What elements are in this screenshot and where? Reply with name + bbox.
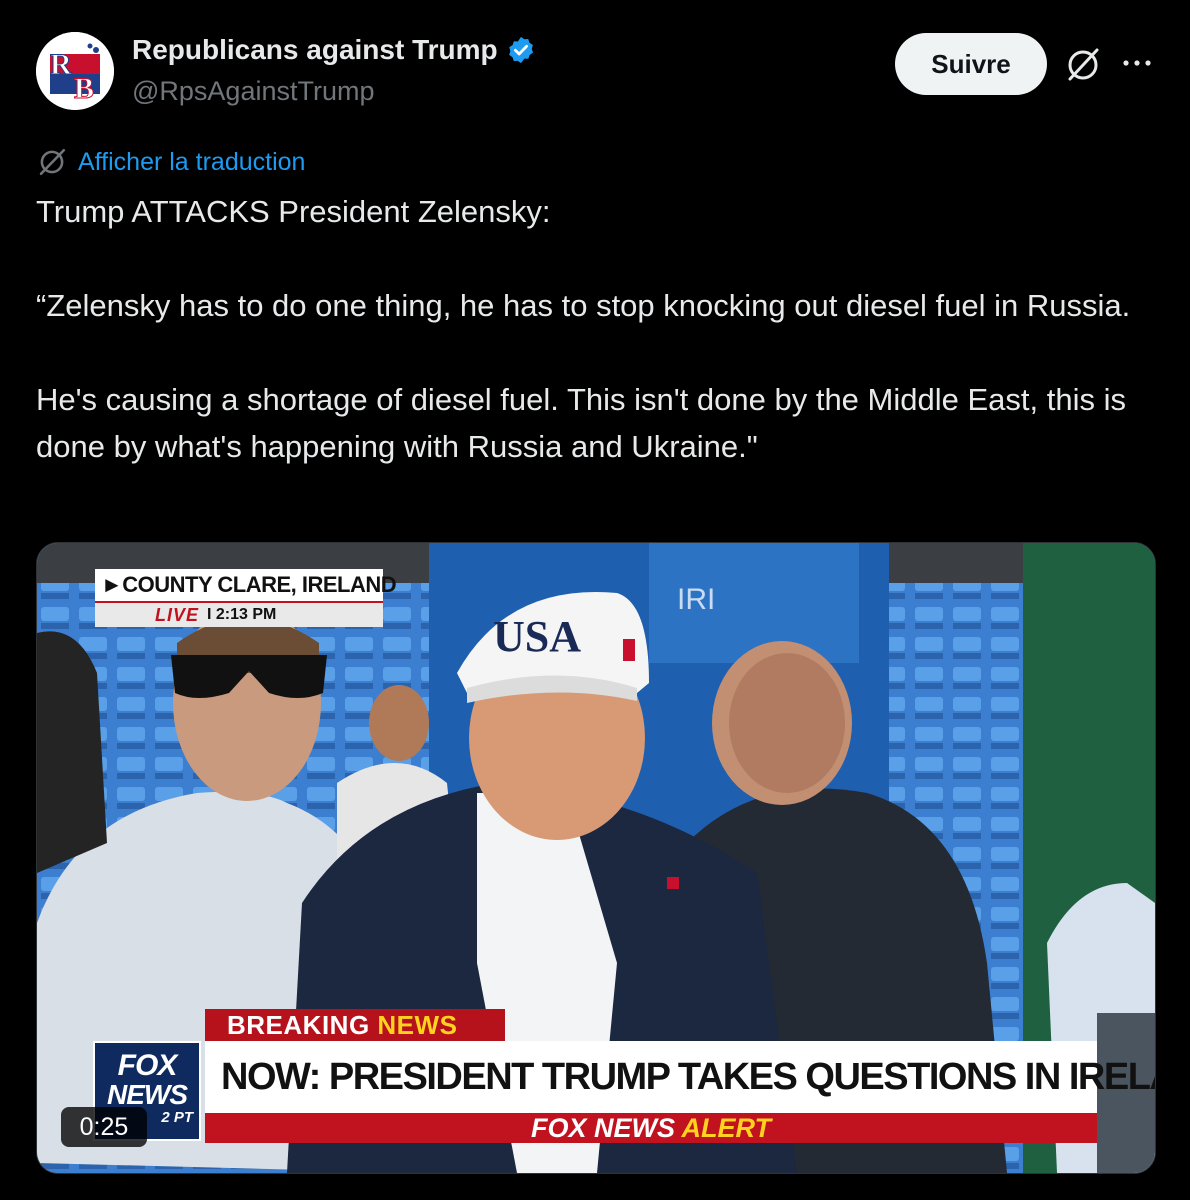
alert-fox-news: FOX NEWS xyxy=(530,1113,675,1143)
tweet-card: R B Republicans against Trump @RpsAgains… xyxy=(0,0,1190,1200)
breaking-news-label: BREAKING NEWS xyxy=(205,1009,505,1041)
news-headline: NOW: PRESIDENT TRUMP TAKES QUESTIONS IN … xyxy=(205,1041,1155,1113)
author-handle[interactable]: @RpsAgainstTrump xyxy=(132,76,375,107)
grok-slash-icon xyxy=(36,146,68,178)
hat-text: USA xyxy=(493,612,581,661)
avatar[interactable]: R B xyxy=(36,32,114,110)
more-dots-icon[interactable] xyxy=(1120,50,1154,76)
sign-text: IRI xyxy=(677,583,715,616)
svg-text:R: R xyxy=(50,48,72,81)
location-lower-third: ►COUNTY CLARE, IRELAND LIVE I 2:13 PM xyxy=(95,569,397,627)
translation-label[interactable]: Afficher la traduction xyxy=(78,148,305,177)
avatar-logo-icon: R B xyxy=(36,32,114,110)
fox-logo-line-2: NEWS xyxy=(107,1079,188,1110)
video-duration-badge: 0:25 xyxy=(61,1107,147,1147)
svg-text:B: B xyxy=(74,72,94,105)
news-word: NEWS xyxy=(377,1010,458,1040)
breaking-word: BREAKING xyxy=(227,1010,370,1040)
verified-badge-icon xyxy=(506,35,536,65)
tweet-paragraph-3: He's causing a shortage of diesel fuel. … xyxy=(36,382,1126,464)
fox-logo-line-1: FOX xyxy=(117,1049,178,1082)
live-label: LIVE xyxy=(155,604,200,625)
grok-slash-icon[interactable] xyxy=(1064,46,1102,84)
location-text: ►COUNTY CLARE, IRELAND xyxy=(95,569,397,601)
alert-word: ALERT xyxy=(681,1113,772,1143)
fox-news-alert-bar: FOX NEWS ALERT xyxy=(205,1113,1097,1143)
follow-button[interactable]: Suivre xyxy=(895,33,1047,95)
author-name[interactable]: Republicans against Trump xyxy=(132,34,536,66)
author-display-name[interactable]: Republicans against Trump xyxy=(132,34,498,66)
show-translation-link[interactable]: Afficher la traduction xyxy=(36,146,305,178)
tweet-line-1: Trump ATTACKS President Zelensky: xyxy=(36,194,551,229)
tweet-paragraph-2: “Zelensky has to do one thing, he has to… xyxy=(36,288,1131,323)
tweet-text: Trump ATTACKS President Zelensky: “Zelen… xyxy=(36,188,1166,470)
live-time: I 2:13 PM xyxy=(207,606,277,623)
video-player[interactable]: IRI USA ►COUNTY CLARE, IRELAND LIVE I 2:… xyxy=(36,542,1156,1174)
